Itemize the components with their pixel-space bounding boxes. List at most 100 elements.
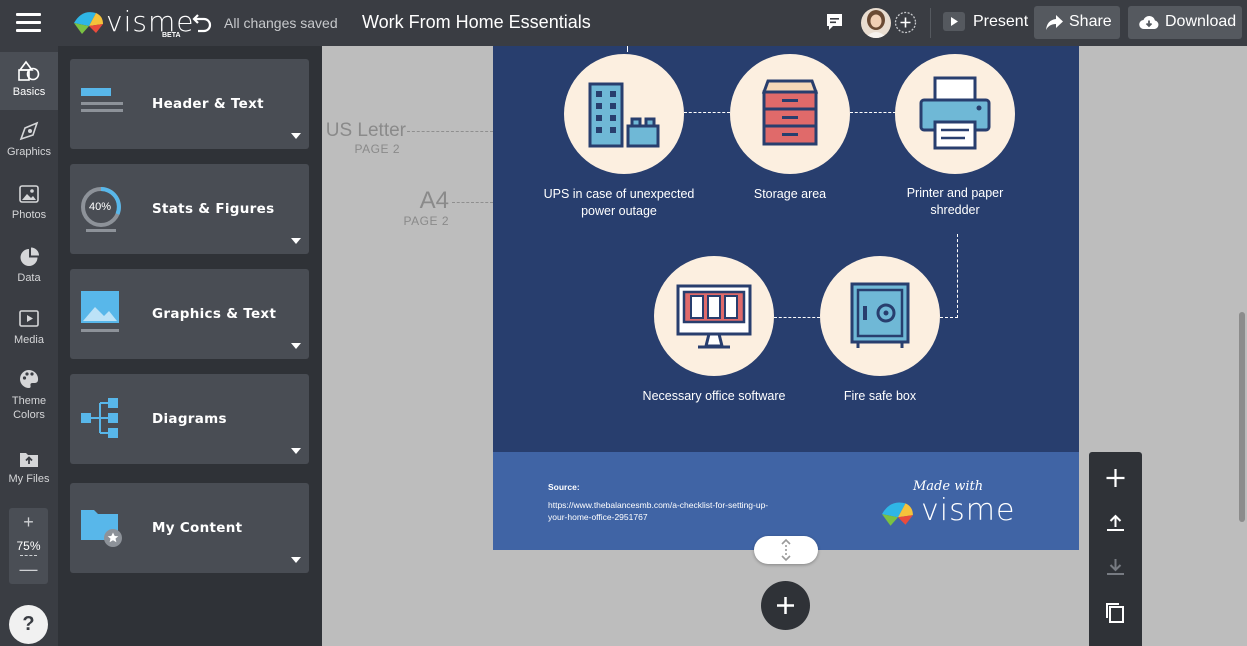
item-caption-ups[interactable]: UPS in case of unexpected power outage xyxy=(541,186,697,220)
nav-media[interactable]: Media xyxy=(0,308,58,346)
caret-down-icon[interactable] xyxy=(291,557,301,563)
item-caption-storage[interactable]: Storage area xyxy=(730,186,850,203)
add-collaborator-icon[interactable] xyxy=(894,11,917,34)
card-diagrams[interactable]: Diagrams xyxy=(70,374,309,464)
cabinet-icon xyxy=(761,79,819,146)
card-my-content[interactable]: My Content xyxy=(70,483,309,573)
safe-icon xyxy=(850,282,910,348)
beta-badge: BETA xyxy=(162,32,181,39)
download-button[interactable]: Download xyxy=(1128,6,1242,39)
item-circle-printer[interactable] xyxy=(895,54,1015,174)
avatar[interactable] xyxy=(861,8,891,38)
caret-down-icon[interactable] xyxy=(291,133,301,139)
help-button[interactable]: ? xyxy=(9,605,48,644)
printer-icon xyxy=(919,76,991,150)
item-circle-storage[interactable] xyxy=(730,54,850,174)
building-icon xyxy=(588,82,660,148)
zoom-out-button[interactable]: — xyxy=(9,559,48,579)
nav-label-basics: Basics xyxy=(12,86,46,98)
menu-icon[interactable] xyxy=(16,13,41,33)
connector-line xyxy=(627,46,628,52)
item-circle-software[interactable] xyxy=(654,256,774,376)
nav-label-my-files: My Files xyxy=(8,473,50,485)
zoom-control: + 75% — xyxy=(9,508,48,584)
add-block-icon[interactable] xyxy=(1097,460,1134,496)
monitor-icon xyxy=(676,284,752,349)
left-nav: Basics Graphics Photos Data Media Theme … xyxy=(0,46,58,646)
graphics-icon xyxy=(19,121,39,141)
item-circle-ups[interactable] xyxy=(564,54,684,174)
photo-icon xyxy=(19,185,39,203)
block-resize-handle[interactable] xyxy=(754,536,818,564)
card-header-text[interactable]: Header & Text xyxy=(70,59,309,149)
connector-line xyxy=(774,317,820,318)
page-size-a4[interactable]: A4 PAGE 2 xyxy=(380,187,449,229)
page-size-us-letter[interactable]: US Letter PAGE 2 xyxy=(322,120,406,156)
zoom-in-button[interactable]: + xyxy=(9,512,48,532)
card-graphics-text[interactable]: Graphics & Text xyxy=(70,269,309,359)
present-label: Present xyxy=(973,13,1029,30)
visme-logo[interactable]: visme BETA xyxy=(72,5,193,39)
header-text-icon xyxy=(81,88,123,112)
caret-down-icon[interactable] xyxy=(291,238,301,244)
nav-label-theme-colors: Theme Colors xyxy=(11,395,47,421)
page-size-name: A4 xyxy=(419,187,449,214)
share-label: Share xyxy=(1069,13,1112,30)
card-stats-figures[interactable]: 40% Stats & Figures xyxy=(70,164,309,254)
move-block-down-icon[interactable] xyxy=(1097,549,1134,585)
page-size-sub: PAGE 2 xyxy=(403,214,449,228)
page-size-name: US Letter xyxy=(325,120,406,141)
undo-icon[interactable] xyxy=(192,11,212,33)
visme-logo-mark xyxy=(74,12,103,34)
zoom-level: 75% xyxy=(16,539,41,553)
item-caption-safe[interactable]: Fire safe box xyxy=(820,388,940,405)
nav-data[interactable]: Data xyxy=(0,246,58,284)
resize-vertical-icon xyxy=(781,538,791,562)
diagram-icon xyxy=(81,398,118,438)
nav-graphics[interactable]: Graphics xyxy=(0,120,58,158)
zoom-divider xyxy=(20,555,37,556)
media-icon xyxy=(19,310,39,327)
share-button[interactable]: Share xyxy=(1034,6,1120,39)
save-status: All changes saved xyxy=(224,15,338,31)
present-button[interactable]: Present xyxy=(940,8,1030,38)
card-label: Header & Text xyxy=(152,96,264,112)
duplicate-block-icon[interactable] xyxy=(1097,595,1134,631)
footer-visme-logo: visme xyxy=(879,493,1019,528)
nav-label-graphics: Graphics xyxy=(6,146,52,158)
comment-icon[interactable] xyxy=(825,12,844,32)
plus-icon xyxy=(777,597,794,614)
item-circle-safe[interactable] xyxy=(820,256,940,376)
item-caption-printer[interactable]: Printer and paper shredder xyxy=(903,185,1007,219)
source-url[interactable]: https://www.thebalancesmb.com/a-checklis… xyxy=(548,499,778,523)
caret-down-icon[interactable] xyxy=(291,343,301,349)
source-title[interactable]: Source: xyxy=(548,482,580,492)
nav-label-data: Data xyxy=(17,272,41,284)
document-title[interactable]: Work From Home Essentials xyxy=(362,12,591,33)
caret-down-icon[interactable] xyxy=(291,448,301,454)
folder-star-icon xyxy=(81,510,122,547)
footer-logo-text: visme xyxy=(921,493,1016,528)
block-toolbar xyxy=(1089,452,1142,646)
download-label: Download xyxy=(1165,13,1237,30)
nav-basics[interactable]: Basics xyxy=(0,52,58,110)
canvas-scrollbar[interactable] xyxy=(1239,312,1245,522)
move-block-up-icon[interactable] xyxy=(1097,505,1134,541)
nav-label-media: Media xyxy=(14,334,44,346)
nav-my-files[interactable]: My Files xyxy=(0,447,58,485)
slide-canvas[interactable]: UPS in case of unexpected power outage S… xyxy=(493,46,1079,452)
item-caption-software[interactable]: Necessary office software xyxy=(634,388,794,405)
made-with-text: Made with xyxy=(913,479,984,494)
connector-line xyxy=(957,234,958,318)
page-size-sub: PAGE 2 xyxy=(354,142,400,156)
add-block-button[interactable] xyxy=(761,581,810,630)
nav-theme-colors[interactable]: Theme Colors xyxy=(0,368,58,422)
pie-chart-icon xyxy=(20,247,39,266)
card-label: My Content xyxy=(152,520,243,536)
nav-photos[interactable]: Photos xyxy=(0,183,58,221)
visme-logo-mark xyxy=(882,502,913,526)
graphics-text-icon xyxy=(81,291,119,332)
page-size-guide xyxy=(452,202,493,203)
content-panel: Header & Text 40% Stats & Figures Graphi… xyxy=(58,46,322,646)
share-icon xyxy=(1046,15,1063,30)
